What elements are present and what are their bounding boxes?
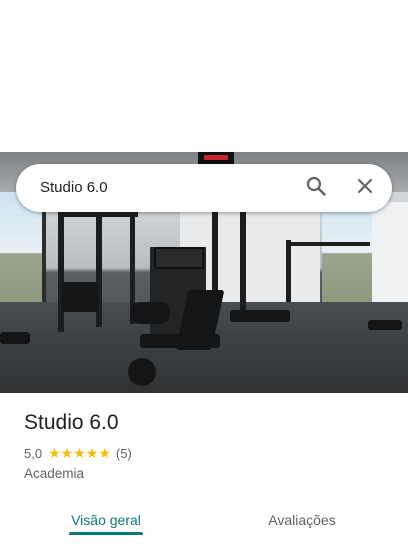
search-bar[interactable]: Studio 6.0 (16, 164, 392, 212)
review-count[interactable]: (5) (116, 446, 132, 461)
photo-bench (368, 320, 402, 330)
photo-rack-post (240, 212, 246, 312)
photo-pad (130, 302, 170, 324)
star-rating: ★ ★ ★ ★ ★ (48, 446, 111, 460)
place-category: Academia (24, 466, 85, 481)
tab-reviews[interactable]: Avaliações (236, 500, 368, 540)
search-button[interactable] (300, 172, 332, 204)
rating-row[interactable]: 5,0 ★ ★ ★ ★ ★ (5) (24, 444, 132, 462)
close-icon (357, 178, 373, 199)
photo-rack-beam (290, 242, 370, 246)
clear-search-button[interactable] (349, 172, 381, 204)
photo-rack-post (286, 240, 291, 302)
place-title: Studio 6.0 (24, 411, 119, 434)
photo-wall-right (372, 202, 408, 312)
active-tab-indicator (69, 532, 143, 535)
star-icon: ★ (73, 445, 86, 461)
photo-digital-clock (198, 152, 234, 164)
photo-machine-sign (154, 247, 204, 269)
top-blank-area (0, 0, 408, 152)
photo-bench (230, 310, 290, 322)
photo-weight-stack (62, 282, 98, 312)
star-icon: ★ (60, 445, 74, 461)
search-input[interactable]: Studio 6.0 (40, 178, 108, 198)
photo-rack-post (58, 212, 64, 332)
photo-roller (128, 358, 156, 386)
photo-bench (0, 332, 30, 344)
search-icon (306, 176, 326, 201)
star-icon: ★ (48, 445, 61, 461)
star-icon: ★ (98, 445, 111, 461)
photo-bench-seat (140, 334, 220, 348)
tab-bar: Visão geral Avaliações (0, 500, 408, 544)
photo-rack-beam (58, 212, 138, 217)
star-icon: ★ (85, 445, 99, 461)
rating-value: 5,0 (24, 445, 43, 461)
